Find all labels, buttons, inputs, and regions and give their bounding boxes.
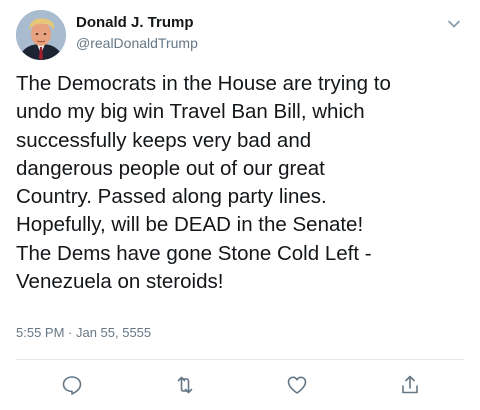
share-button[interactable] xyxy=(398,373,422,397)
user-handle[interactable]: @realDonaldTrump xyxy=(76,33,198,53)
retweet-icon xyxy=(173,373,197,397)
tweet-card: Donald J. Trump @realDonaldTrump The Dem… xyxy=(0,0,480,410)
comment-icon xyxy=(60,373,84,397)
chevron-down-icon[interactable] xyxy=(444,14,464,34)
tweet-header: Donald J. Trump @realDonaldTrump xyxy=(16,10,464,64)
user-names: Donald J. Trump @realDonaldTrump xyxy=(76,14,198,53)
reply-button[interactable] xyxy=(60,373,84,397)
heart-icon xyxy=(285,373,309,397)
avatar[interactable] xyxy=(16,10,66,60)
display-name[interactable]: Donald J. Trump xyxy=(76,14,198,32)
retweet-button[interactable] xyxy=(173,373,197,397)
like-button[interactable] xyxy=(285,373,309,397)
tweet-actions xyxy=(0,360,480,410)
share-icon xyxy=(398,373,422,397)
tweet-timestamp[interactable]: 5:55 PM · Jan 55, 5555 xyxy=(16,324,151,342)
tweet-text: The Democrats in the House are trying to… xyxy=(16,72,391,294)
